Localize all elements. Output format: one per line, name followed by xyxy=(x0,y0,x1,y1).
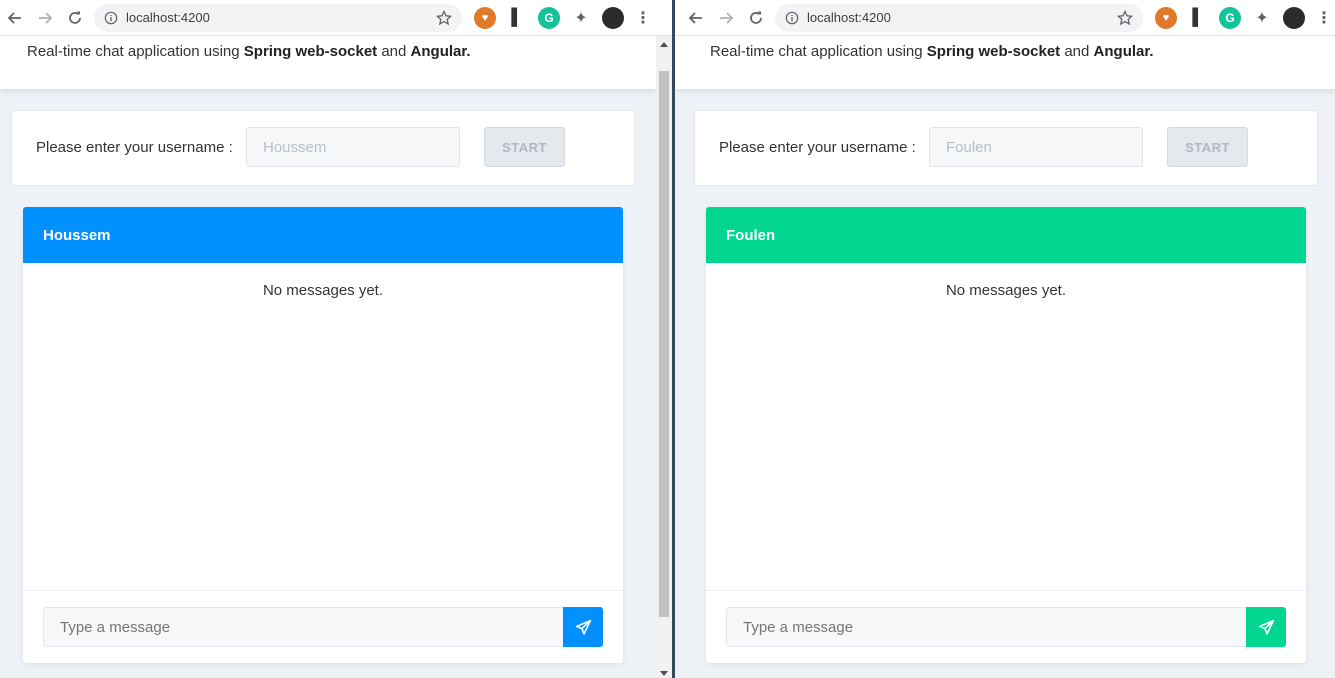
address-bar[interactable]: localhost:4200 xyxy=(94,3,462,32)
url-text: localhost:4200 xyxy=(126,10,210,25)
profile-avatar[interactable] xyxy=(602,6,624,29)
scroll-down-arrow-icon[interactable] xyxy=(660,671,668,676)
send-button[interactable] xyxy=(563,607,603,647)
empty-messages-text: No messages yet. xyxy=(262,282,384,299)
forward-arrow-icon xyxy=(720,11,734,24)
back-arrow-icon xyxy=(688,11,702,24)
app-tagline: Real-time chat application using Spring … xyxy=(27,43,471,60)
browser-toolbar: localhost:4200 ♥ ▌ G ✦ ⋮ xyxy=(675,0,1335,36)
grammarly-icon[interactable]: G xyxy=(538,6,560,29)
chat-title: Houssem xyxy=(43,226,111,244)
username-label: Please enter your username : xyxy=(36,139,233,156)
send-button[interactable] xyxy=(1246,607,1286,647)
info-icon xyxy=(785,11,799,24)
browser-window-left: localhost:4200 ♥ ▌ G ✦ ⋮ Real-time chat … xyxy=(0,0,672,678)
page-scrollbar[interactable] xyxy=(656,36,672,678)
browser-toolbar: localhost:4200 ♥ ▌ G ✦ ⋮ xyxy=(0,0,672,36)
bookmark-star-icon[interactable] xyxy=(1117,9,1133,26)
username-label: Please enter your username : xyxy=(719,139,916,156)
shield-extension-icon[interactable]: ♥ xyxy=(1155,6,1177,29)
reload-icon xyxy=(69,11,81,24)
grammarly-icon[interactable]: G xyxy=(1219,6,1241,29)
chat-composer xyxy=(706,590,1306,663)
username-card: Please enter your username : START xyxy=(11,110,635,186)
reload-icon xyxy=(750,11,762,24)
bookmark-star-icon[interactable] xyxy=(436,9,452,26)
puzzle-extensions-icon[interactable]: ✦ xyxy=(570,7,592,29)
username-card: Please enter your username : START xyxy=(694,110,1318,186)
phone-extension-icon[interactable]: ▌ xyxy=(506,7,528,29)
info-icon xyxy=(104,11,118,24)
reload-button[interactable] xyxy=(60,3,90,33)
forward-button[interactable] xyxy=(30,3,60,33)
send-icon xyxy=(1258,619,1274,635)
chat-title: Foulen xyxy=(726,226,776,244)
address-bar[interactable]: localhost:4200 xyxy=(775,3,1143,32)
chat-panel: Houssem No messages yet. xyxy=(23,207,623,663)
forward-button[interactable] xyxy=(711,3,741,33)
app-tagline: Real-time chat application using Spring … xyxy=(710,43,1154,60)
empty-messages-text: No messages yet. xyxy=(945,282,1067,299)
back-button[interactable] xyxy=(681,3,711,33)
back-arrow-icon xyxy=(7,11,21,24)
chat-header: Foulen xyxy=(706,207,1306,263)
reload-button[interactable] xyxy=(741,3,771,33)
send-icon xyxy=(575,619,591,635)
username-input[interactable] xyxy=(929,127,1143,167)
shield-extension-icon[interactable]: ♥ xyxy=(474,6,496,29)
browser-menu-icon[interactable]: ⋮ xyxy=(634,8,652,28)
message-input[interactable] xyxy=(726,607,1247,647)
start-button[interactable]: START xyxy=(1167,127,1248,167)
url-text: localhost:4200 xyxy=(807,10,891,25)
app-header: Real-time chat application using Spring … xyxy=(675,36,1335,89)
chat-panel: Foulen No messages yet. xyxy=(706,207,1306,663)
scroll-up-arrow-icon[interactable] xyxy=(660,42,668,47)
message-input[interactable] xyxy=(43,607,564,647)
chat-composer xyxy=(23,590,623,663)
forward-arrow-icon xyxy=(39,11,53,24)
back-button[interactable] xyxy=(0,3,30,33)
puzzle-extensions-icon[interactable]: ✦ xyxy=(1251,7,1273,29)
scrollbar-thumb[interactable] xyxy=(659,71,669,617)
username-input[interactable] xyxy=(246,127,460,167)
chat-header: Houssem xyxy=(23,207,623,263)
profile-avatar[interactable] xyxy=(1283,6,1305,29)
browser-menu-icon[interactable]: ⋮ xyxy=(1315,8,1333,28)
app-header: Real-time chat application using Spring … xyxy=(0,36,656,89)
start-button[interactable]: START xyxy=(484,127,565,167)
phone-extension-icon[interactable]: ▌ xyxy=(1187,7,1209,29)
browser-window-right: localhost:4200 ♥ ▌ G ✦ ⋮ Real-time chat … xyxy=(675,0,1335,678)
